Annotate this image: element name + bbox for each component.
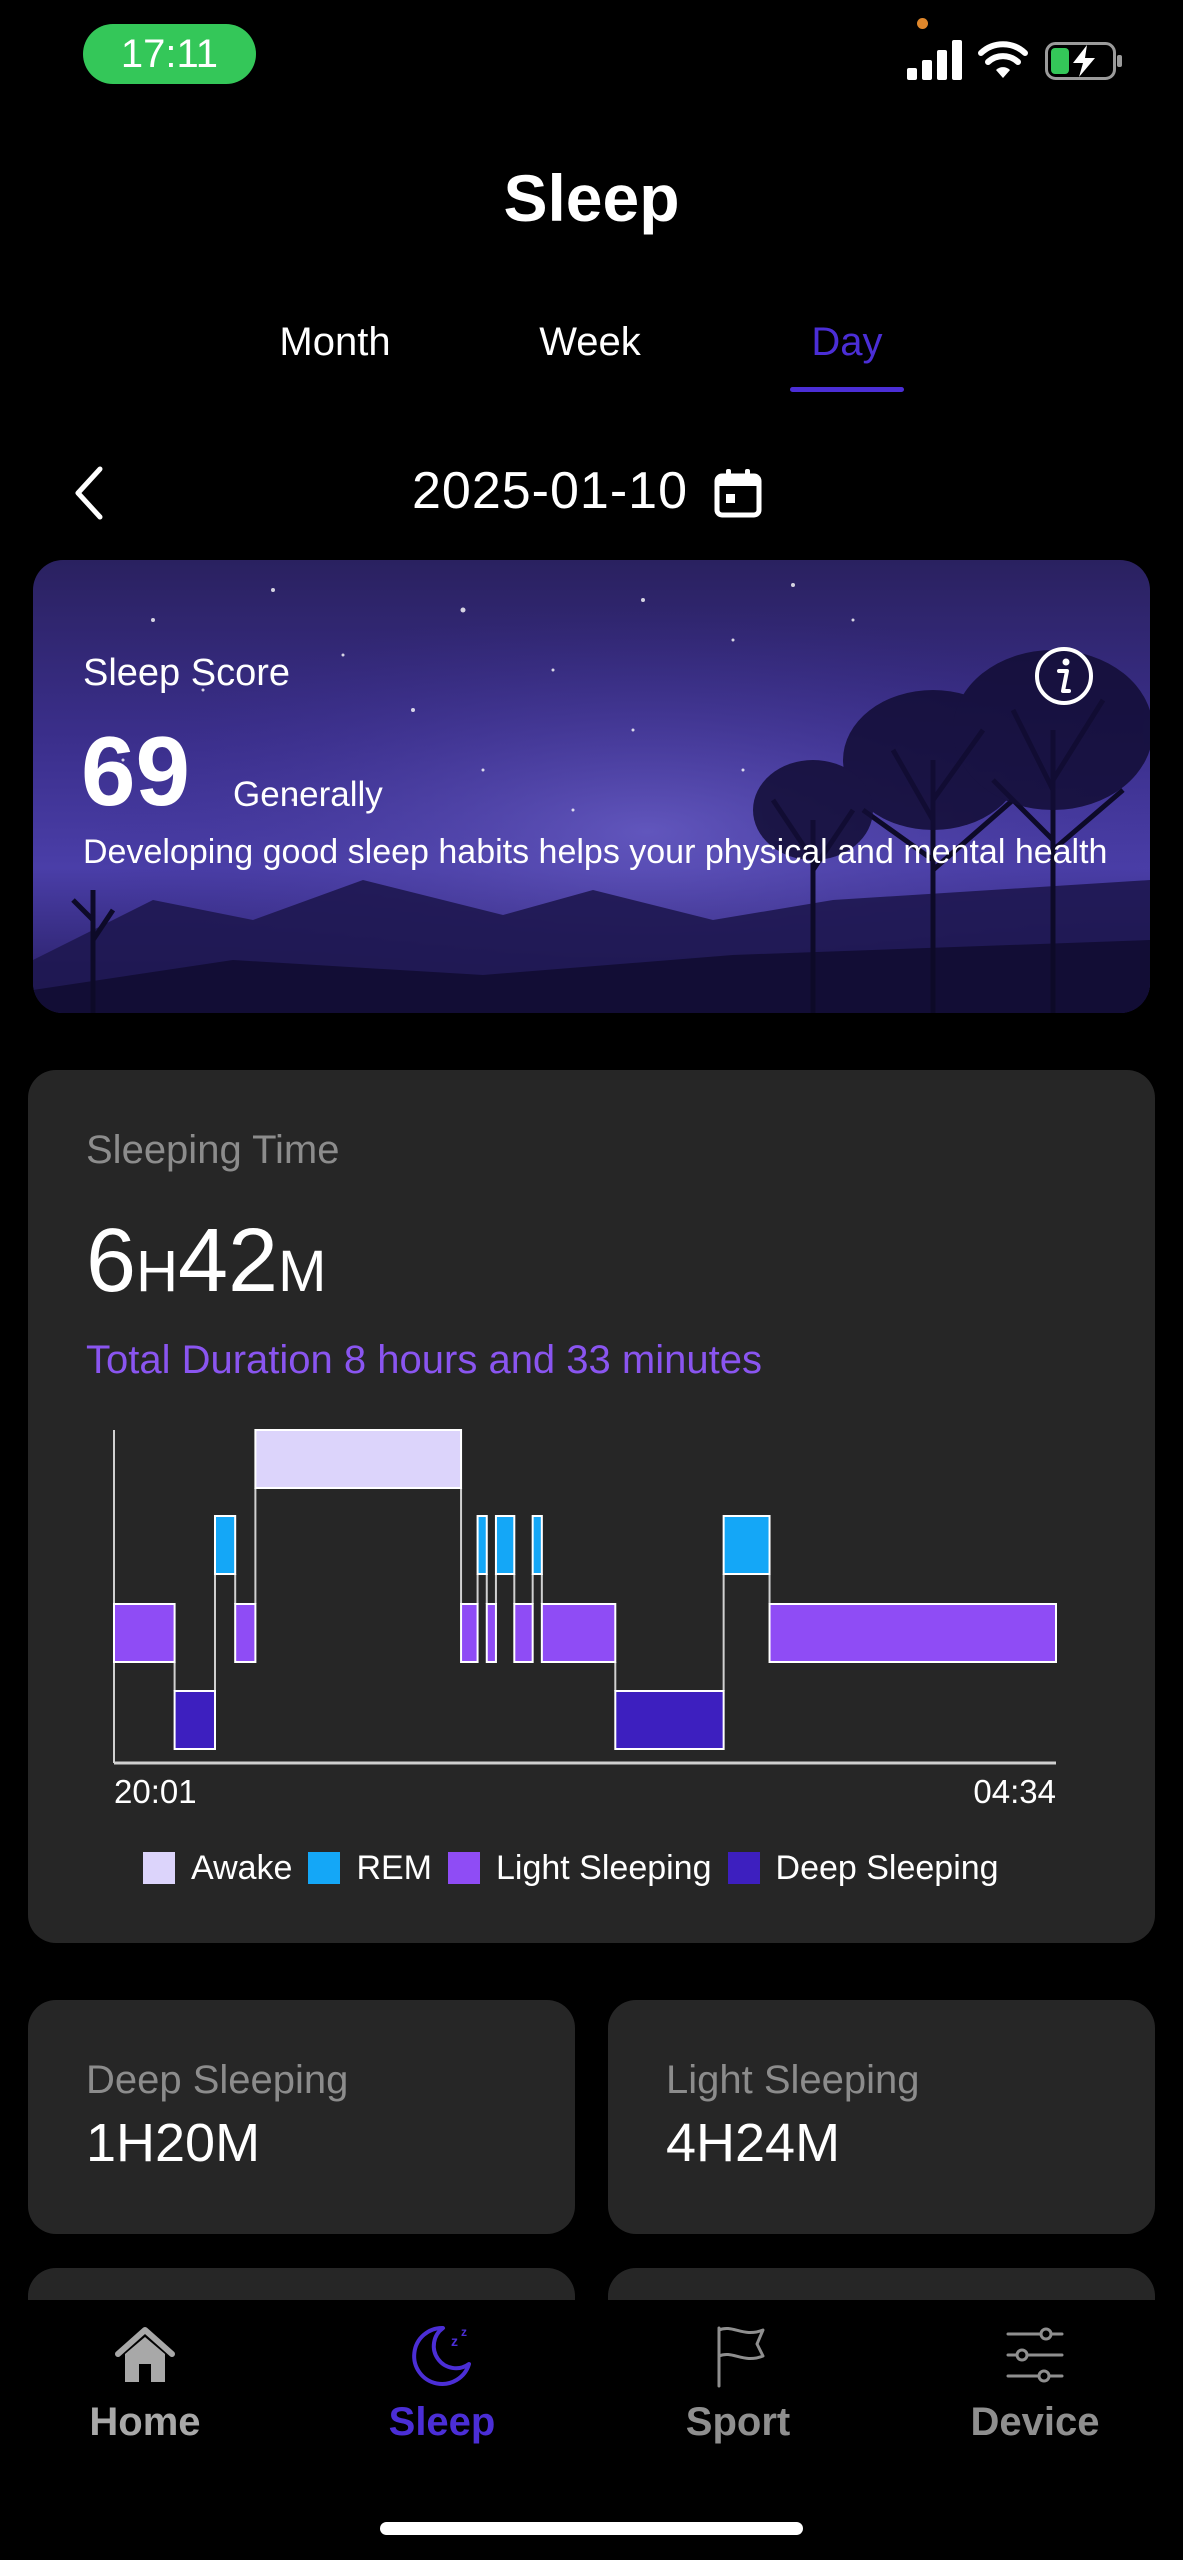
score-label: Sleep Score bbox=[83, 652, 291, 694]
sleep-stage-bar bbox=[531, 1515, 543, 1575]
night-sky-illustration bbox=[33, 560, 1150, 1013]
legend-item-deep: Deep Sleeping bbox=[727, 1848, 999, 1888]
x-axis-start-label: 20:01 bbox=[114, 1773, 197, 1810]
sliders-icon bbox=[1006, 2327, 1064, 2383]
score-rating: Generally bbox=[233, 775, 383, 814]
deep-sleeping-card[interactable]: Deep Sleeping 1H20M bbox=[28, 2000, 575, 2234]
legend-label-light: Light Sleeping bbox=[496, 1848, 712, 1887]
sleep-stage-bar bbox=[213, 1515, 237, 1575]
calendar-icon[interactable] bbox=[714, 468, 762, 518]
status-bar: 17:11 bbox=[0, 0, 1183, 110]
sleep-stage-chart: 20:01 04:34 bbox=[113, 1429, 1058, 1810]
light-sleeping-card[interactable]: Light Sleeping 4H24M bbox=[608, 2000, 1155, 2234]
nav-home-label: Home bbox=[89, 2400, 201, 2444]
x-axis-end-label: 04:34 bbox=[973, 1773, 1056, 1810]
sleep-stage-bar bbox=[476, 1515, 488, 1575]
sleep-stage-bar bbox=[485, 1603, 497, 1663]
sleep-stage-bar bbox=[113, 1603, 176, 1663]
active-tab-indicator bbox=[790, 387, 904, 392]
tab-day[interactable]: Day bbox=[747, 320, 947, 365]
moon-icon: z z bbox=[412, 2325, 471, 2386]
legend-label-deep: Deep Sleeping bbox=[775, 1848, 999, 1887]
svg-text:z: z bbox=[451, 2333, 458, 2349]
info-icon[interactable] bbox=[1033, 645, 1095, 707]
legend-label-awake: Awake bbox=[191, 1848, 293, 1887]
selected-date[interactable]: 2025-01-10 bbox=[412, 461, 688, 521]
legend-item-awake: Awake bbox=[143, 1849, 292, 1888]
score-value: 69 bbox=[81, 716, 191, 826]
sleep-stage-bar bbox=[722, 1515, 771, 1575]
sleeping-time-card: Sleeping Time 6H42M Total Duration 8 hou… bbox=[28, 1070, 1155, 1943]
sleep-score-card: Sleep Score 69 Generally Developing good… bbox=[33, 560, 1150, 1013]
chevron-left-icon[interactable] bbox=[70, 463, 110, 523]
home-icon bbox=[115, 2327, 175, 2382]
nav-sport[interactable]: Sport bbox=[613, 2320, 863, 2445]
sleep-stage-bar bbox=[540, 1603, 617, 1663]
light-sleeping-label: Light Sleeping bbox=[666, 2058, 920, 2102]
legend-swatch-rem bbox=[308, 1852, 341, 1884]
legend-item-light: Light Sleeping bbox=[448, 1849, 712, 1888]
nav-home[interactable]: Home bbox=[20, 2320, 270, 2445]
nav-device-label: Device bbox=[970, 2400, 1100, 2444]
tab-month[interactable]: Month bbox=[235, 320, 435, 365]
chart-legend: Awake REM Light Sleeping Deep Sleeping bbox=[143, 1848, 1015, 1888]
legend-item-rem: REM bbox=[308, 1849, 432, 1888]
date-selector: 2025-01-10 bbox=[0, 455, 1183, 535]
home-indicator bbox=[380, 2522, 803, 2535]
score-description: Developing good sleep habits helps your … bbox=[83, 833, 1108, 871]
tab-week[interactable]: Week bbox=[490, 320, 690, 365]
nav-sport-label: Sport bbox=[685, 2400, 791, 2444]
sleep-stage-bar bbox=[173, 1690, 216, 1750]
legend-swatch-deep bbox=[727, 1852, 760, 1884]
page-title: Sleep bbox=[503, 161, 680, 235]
flag-icon bbox=[717, 2326, 765, 2388]
nav-device[interactable]: Device bbox=[910, 2320, 1160, 2445]
legend-label-rem: REM bbox=[356, 1848, 432, 1887]
nav-sleep-label: Sleep bbox=[388, 2400, 496, 2444]
wifi-icon bbox=[978, 41, 1028, 78]
sleep-stage-bar bbox=[234, 1603, 257, 1663]
sleep-stage-bar bbox=[494, 1515, 516, 1575]
deep-sleeping-label: Deep Sleeping bbox=[86, 2058, 349, 2102]
sleep-stage-bar bbox=[460, 1603, 479, 1663]
privacy-indicator-dot bbox=[917, 18, 928, 29]
light-sleeping-value: 4H24M bbox=[666, 2113, 841, 2173]
legend-swatch-awake bbox=[143, 1852, 175, 1884]
svg-text:z: z bbox=[461, 2325, 467, 2339]
sleep-stage-bar bbox=[254, 1429, 463, 1489]
sleep-stage-bar bbox=[513, 1603, 534, 1663]
sleep-stage-bar bbox=[614, 1690, 725, 1750]
legend-swatch-light bbox=[448, 1852, 480, 1884]
bottom-navigation: Home z z Sleep Sport Device bbox=[0, 2300, 1183, 2560]
deep-sleeping-value: 1H20M bbox=[86, 2113, 261, 2173]
battery-charging-icon bbox=[1045, 42, 1122, 80]
sleep-stage-bar bbox=[768, 1603, 1058, 1663]
nav-sleep[interactable]: z z Sleep bbox=[317, 2320, 567, 2445]
status-time: 17:11 bbox=[83, 24, 256, 84]
period-tabs: Month Week Day bbox=[0, 320, 1183, 400]
cellular-signal-icon bbox=[907, 40, 962, 80]
